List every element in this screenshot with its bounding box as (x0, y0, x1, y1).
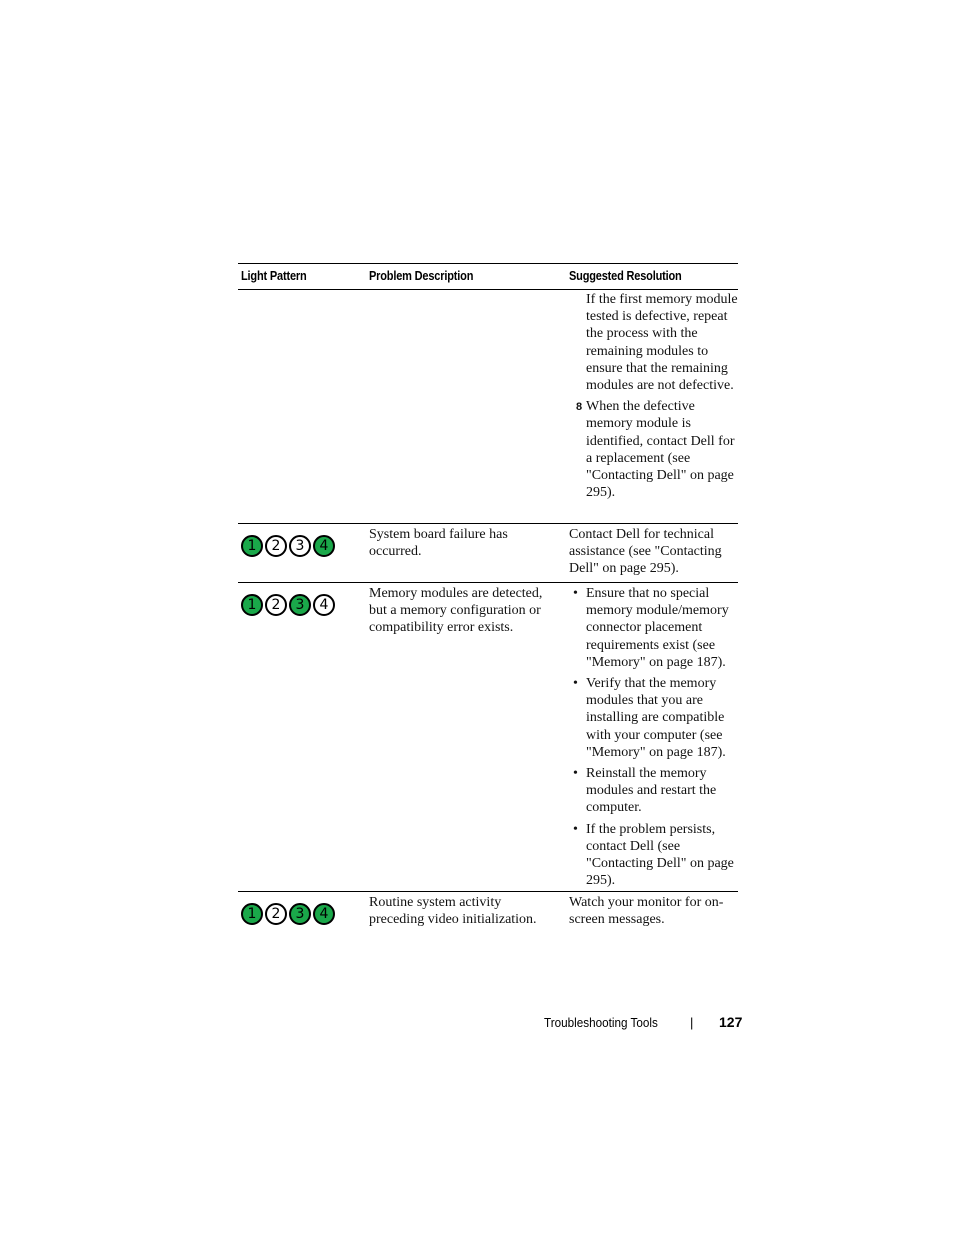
diagnostic-light-1: 1 (241, 903, 263, 925)
resolution-text: If the first memory module tested is def… (586, 292, 738, 394)
diagnostic-light-1: 1 (241, 535, 263, 557)
header-problem-description: Problem Description (369, 269, 474, 283)
table-row-continued: If the first memory module tested is def… (238, 290, 738, 524)
bullet-icon: • (573, 676, 578, 692)
diagnostic-light-4: 4 (313, 903, 335, 925)
step-8: 8 When the defective memory module is id… (569, 398, 739, 501)
table-row: 1 2 3 4 Memory modules are detected, but… (238, 583, 738, 892)
page-number: 127 (719, 1014, 743, 1030)
table-row: 1 2 3 4 Routine system activity precedin… (238, 892, 738, 940)
light-pattern: 1 2 3 4 (241, 535, 335, 557)
resolution-bullet-list: • Ensure that no special memory module/m… (569, 585, 739, 892)
diagnostic-light-3: 3 (289, 903, 311, 925)
table-row: 1 2 3 4 System board failure has occurre… (238, 524, 738, 583)
problem-description: Memory modules are detected, but a memor… (369, 586, 543, 636)
diagnostic-light-3: 3 (289, 594, 311, 616)
document-page: Light Pattern Problem Description Sugges… (0, 0, 954, 1235)
light-pattern: 1 2 3 4 (241, 903, 335, 925)
problem-description: System board failure has occurred. (369, 527, 508, 560)
bullet-icon: • (573, 586, 578, 601)
problem-description: Routine system activity preceding video … (369, 895, 537, 928)
diagnostic-light-4: 4 (313, 535, 335, 557)
diagnostic-light-2: 2 (265, 535, 287, 557)
diagnostic-light-2: 2 (265, 903, 287, 925)
diagnostic-light-1: 1 (241, 594, 263, 616)
suggested-resolution: Watch your monitor for on-screen message… (569, 895, 724, 928)
resolution-bullet: • If the problem persists, contact Dell … (573, 821, 734, 889)
resolution-bullet: • Ensure that no special memory module/m… (573, 586, 729, 670)
suggested-resolution: Contact Dell for technical assistance (s… (569, 527, 722, 577)
step-text: When the defective memory module is iden… (586, 399, 735, 501)
light-pattern: 1 2 3 4 (241, 594, 335, 616)
diagnostic-light-4: 4 (313, 594, 335, 616)
resolution-bullet: • Reinstall the memory modules and resta… (573, 766, 717, 816)
footer-separator: | (690, 1015, 694, 1030)
bullet-icon: • (573, 821, 578, 837)
resolution-bullet: • Verify that the memory modules that yo… (573, 676, 726, 760)
resolution-cell: If the first memory module tested is def… (569, 291, 739, 504)
table-header: Light Pattern Problem Description Sugges… (238, 263, 738, 290)
light-pattern-table: Light Pattern Problem Description Sugges… (238, 263, 738, 940)
footer-section-title: Troubleshooting Tools (544, 1015, 658, 1030)
diagnostic-light-3: 3 (289, 535, 311, 557)
step-number: 8 (576, 401, 583, 414)
header-light-pattern: Light Pattern (241, 269, 307, 283)
bullet-icon: • (573, 766, 578, 782)
header-suggested-resolution: Suggested Resolution (569, 269, 682, 283)
diagnostic-light-2: 2 (265, 594, 287, 616)
